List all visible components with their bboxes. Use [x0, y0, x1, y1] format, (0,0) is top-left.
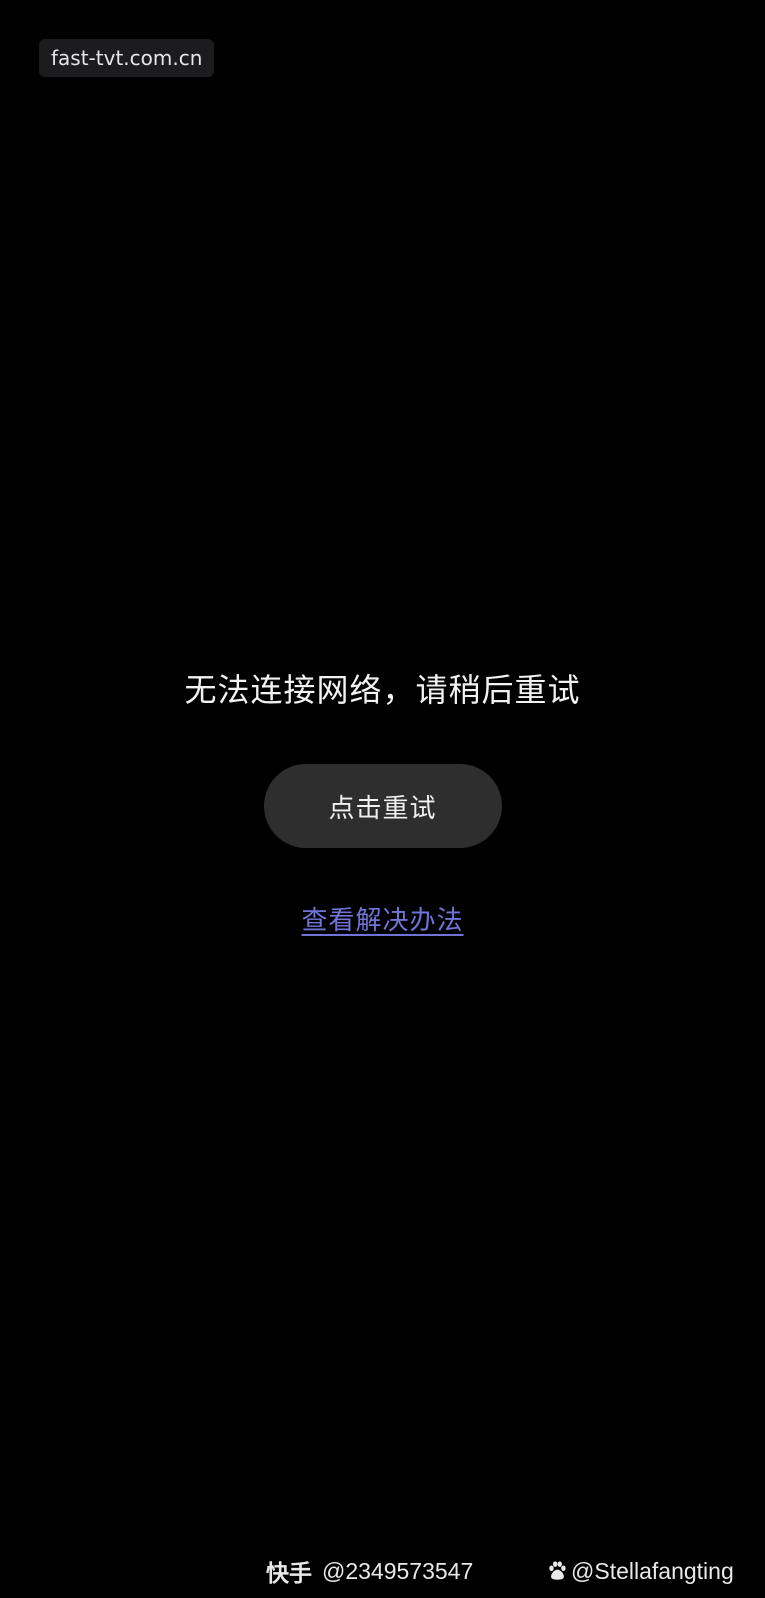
view-solution-link[interactable]: 查看解决办法	[301, 900, 463, 937]
retry-button[interactable]: 点击重试	[263, 764, 502, 848]
kuaishou-watermark: 快手 @2349573547	[266, 1553, 473, 1589]
baidu-user: @Stellafangting	[571, 1557, 734, 1584]
paw-icon	[549, 1561, 566, 1580]
url-host-label: fast-tvt.com.cn	[39, 39, 215, 77]
baidu-watermark: @Stellafangting	[546, 1553, 734, 1589]
error-message: 无法连接网络，请稍后重试	[184, 671, 581, 709]
network-error-panel: 无法连接网络，请稍后重试 点击重试 查看解决办法	[0, 670, 765, 937]
kuaishou-id: @2349573547	[322, 1557, 474, 1584]
kuaishou-brand: 快手	[266, 1561, 312, 1587]
